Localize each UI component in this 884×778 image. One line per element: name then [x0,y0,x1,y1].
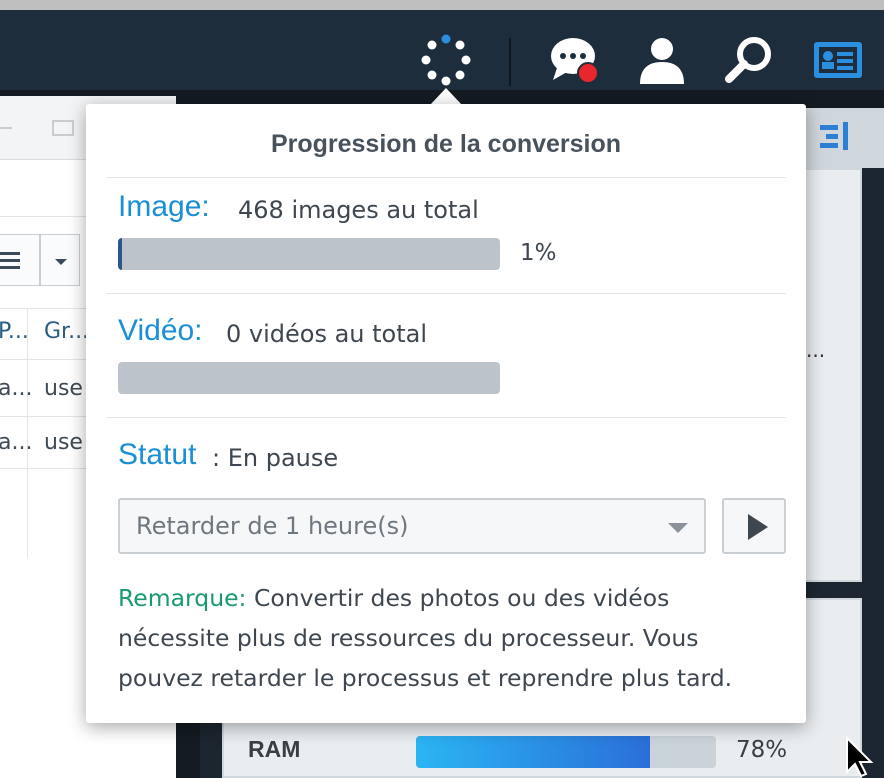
list-view-button[interactable] [0,234,40,286]
taskbar-separator [509,38,511,86]
conversion-progress-popup: Progression de la conversion Image: 468 … [86,104,806,723]
chevron-down-icon [668,523,688,533]
video-label: Vidéo: [118,314,203,347]
resume-button[interactable] [722,498,786,554]
view-dropdown-button[interactable] [40,234,80,286]
status-label: Statut [118,438,197,471]
status-value: : En pause [212,444,339,472]
column-header[interactable]: Gr... [44,319,89,344]
divider [106,177,786,178]
truncated-text: ... [806,338,826,362]
search-icon[interactable] [724,34,776,86]
panel-card [806,168,862,582]
popup-title: Progression de la conversion [270,130,622,158]
chevron-down-icon [55,259,67,265]
note-label: Remarque: [118,584,247,612]
image-label: Image: [118,190,210,223]
minimize-icon[interactable] [0,127,12,129]
table-cell: a... [0,376,33,401]
delay-select-value: Retarder de 1 heure(s) [136,512,409,540]
divider [106,293,786,294]
popup-pointer [430,88,462,105]
ram-label: RAM [248,736,301,762]
conversion-progress-icon[interactable] [420,34,472,86]
delay-select[interactable]: Retarder de 1 heure(s) [118,498,706,554]
image-total: 468 images au total [238,196,479,224]
image-progress-bar [118,238,500,270]
widgets-icon[interactable] [812,34,864,86]
table-cell: use [44,376,83,401]
taskbar [0,10,884,90]
play-icon [748,514,768,540]
table-cell: use [44,430,83,455]
table-cell: a... [0,430,33,455]
image-progress-fill [118,238,122,270]
ram-percent: 78% [736,737,788,763]
mouse-cursor-icon [846,736,874,778]
screen-top-edge [0,0,884,10]
sidebar-toggle-icon[interactable] [820,122,850,150]
chat-icon[interactable] [549,34,601,86]
user-icon[interactable] [636,34,688,86]
column-header[interactable]: P... [0,319,29,344]
note-text: Remarque: Convertir des photos ou des vi… [118,578,788,698]
ram-usage-bar [416,736,716,768]
divider [106,417,786,418]
video-progress-bar [118,362,500,394]
ram-usage-fill [416,736,650,768]
maximize-icon[interactable] [52,120,74,136]
image-progress-percent: 1% [520,240,557,266]
video-total: 0 vidéos au total [226,320,428,348]
